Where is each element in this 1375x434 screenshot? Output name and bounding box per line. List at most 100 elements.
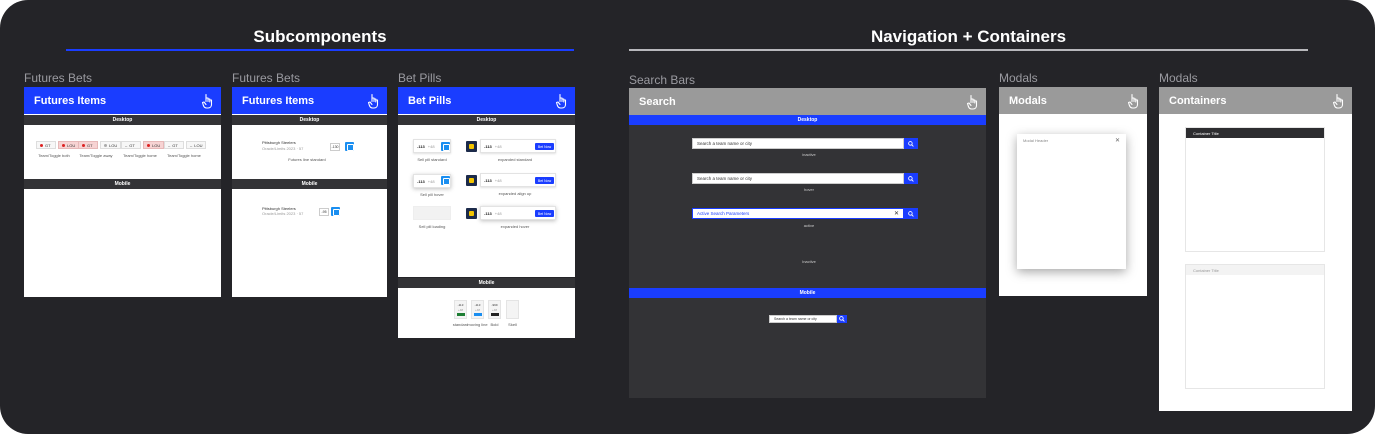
bet-pills-mobile-card[interactable]: Mobile -113 +48 standard -113 +48 moving… [398,278,575,338]
toggle-pill[interactable]: – LOU [186,141,207,149]
search-icon [839,316,845,322]
pill-sub: +48 [494,177,502,183]
toggle-pill[interactable]: – GT [121,141,141,149]
container-title: Container Title [1193,130,1219,136]
team-toggle-away[interactable]: GT LOU [78,141,122,149]
card-header: Futures Items [232,87,387,114]
search-button[interactable] [837,315,847,323]
pill-label: GT [87,142,93,148]
team-dot-icon [40,143,43,147]
hand-pointer-icon [555,93,567,109]
tile-swatch [490,313,499,316]
search-placeholder: Search a team name or city [774,317,817,321]
section-title-navigation: Navigation + Containers [870,27,1067,46]
pill-sub: +48 [494,143,502,149]
bet-now-button[interactable]: Bet Now [535,143,554,150]
card-header: Futures Items [24,87,221,114]
team-logo-icon [345,142,354,151]
mobile-pill-standard[interactable]: -113 +48 [454,300,467,319]
team-toggle-home[interactable]: – GT LOU [121,141,165,149]
team-sub: Oracle/Limits 2023 · 57 [262,146,304,151]
frame-label-futures-bets-1: Futures Bets [24,71,93,85]
caption: Sell pill hover [420,192,444,197]
search-bars-card[interactable]: Search Desktop Search a team name or cit… [629,88,986,398]
tile-odds: -999 [491,303,498,307]
search-icon [908,140,914,147]
container-light-header[interactable]: Container Title [1185,264,1325,389]
pill-odds: -113 [484,210,492,216]
card-title: Futures Items [34,94,107,107]
pill-odds: -113 [417,178,425,184]
card-title: Modals [1009,94,1047,107]
clear-icon[interactable]: ✕ [894,210,899,217]
team-logo-icon [466,141,477,152]
bet-now-button[interactable]: Bet Now [535,177,554,184]
card-header: Modals [999,87,1147,114]
caption: Team/Toggle away [79,153,113,158]
team-sub: Oracle/Limits 2023 · 57 [262,211,304,216]
bet-now-button[interactable]: Bet Now [535,210,554,217]
container-header: Container Title [1186,265,1324,275]
mobile-bar: Mobile [24,179,221,189]
search-input-mobile[interactable]: Search a team name or city [769,315,837,323]
mobile-pill-moving-line[interactable]: -113 +48 [471,300,484,319]
toggle-pill[interactable]: GT [36,141,56,149]
frame-label-modals: Modals [999,71,1038,85]
futures-items-card-1[interactable]: Futures Items Desktop GT LOU Team/Toggle… [24,87,221,297]
mobile-pill-skeleton [506,300,519,319]
toggle-pill[interactable]: LOU [58,141,80,149]
search-button[interactable] [904,138,918,149]
team-toggle-home-2[interactable]: – GT – LOU [164,141,207,149]
close-icon[interactable]: ✕ [1115,137,1120,144]
card-header: Bet Pills [398,87,575,114]
team-dot-icon [82,143,85,147]
search-input-hover[interactable]: Search a team name or city [692,173,904,184]
section-title-subcomponents: Subcomponents [253,27,387,46]
search-input-inactive[interactable]: Search a team name or city [692,138,904,149]
pill-label: LOU [67,142,76,148]
card-title: Search [639,95,676,108]
caption: Team/Toggle home [123,153,157,158]
caption: Team/Toggle both [38,153,70,158]
caption: expanded hover [500,224,530,229]
team-logo-icon [466,208,477,219]
search-input-active[interactable]: Active Search Parameters ✕ [692,208,904,219]
odds-box[interactable]: -130 [330,143,340,151]
search-placeholder: Search a team name or city [697,141,753,146]
search-button[interactable] [904,173,918,184]
card-title: Containers [1169,94,1227,107]
caption: expanded standard [497,157,533,162]
search-placeholder: Search a team name or city [697,176,753,181]
hand-pointer-icon [966,94,978,110]
toggle-pill[interactable]: GT [78,141,98,149]
section-rule-navigation [629,49,1308,51]
container-dark-header[interactable]: Container Title [1185,127,1325,252]
futures-items-card-2[interactable]: Futures Items Desktop Pittsburgh Steeler… [232,87,387,297]
frame-label-bet-pills: Bet Pills [398,71,442,85]
caption: Sell pill standard [417,157,447,162]
team-logo-icon [466,175,477,186]
team-dot-icon [147,143,150,147]
bet-pills-card[interactable]: Bet Pills Desktop -113 +48 Sell pill sta… [398,87,575,277]
containers-card[interactable]: Containers Container Title Container Tit… [1159,87,1352,411]
modals-card[interactable]: Modals Modal Header ✕ [999,87,1147,296]
team-dot-icon [104,143,107,147]
hand-pointer-icon [367,93,379,109]
pill-sub: +48 [494,210,502,216]
caption: Sell pill loading [418,224,446,229]
team-dot-icon [62,143,65,147]
odds-box[interactable]: -95 [319,208,329,216]
modal-dialog[interactable]: Modal Header ✕ [1017,134,1126,269]
tile-sub: +48 [474,308,481,312]
toggle-pill[interactable]: LOU [100,141,122,149]
tile-odds: -113 [474,303,481,307]
team-toggle-both[interactable]: GT LOU [36,141,80,149]
toggle-pill[interactable]: – GT [164,141,184,149]
caption: Skell [508,322,517,327]
search-button[interactable] [904,208,918,219]
section-rule-subcomponents [66,49,574,51]
pill-odds: -113 [484,143,492,149]
toggle-pill[interactable]: LOU [143,141,165,149]
dash-icon: – [125,142,128,148]
mobile-pill-bold[interactable]: -999 +48 [488,300,501,319]
